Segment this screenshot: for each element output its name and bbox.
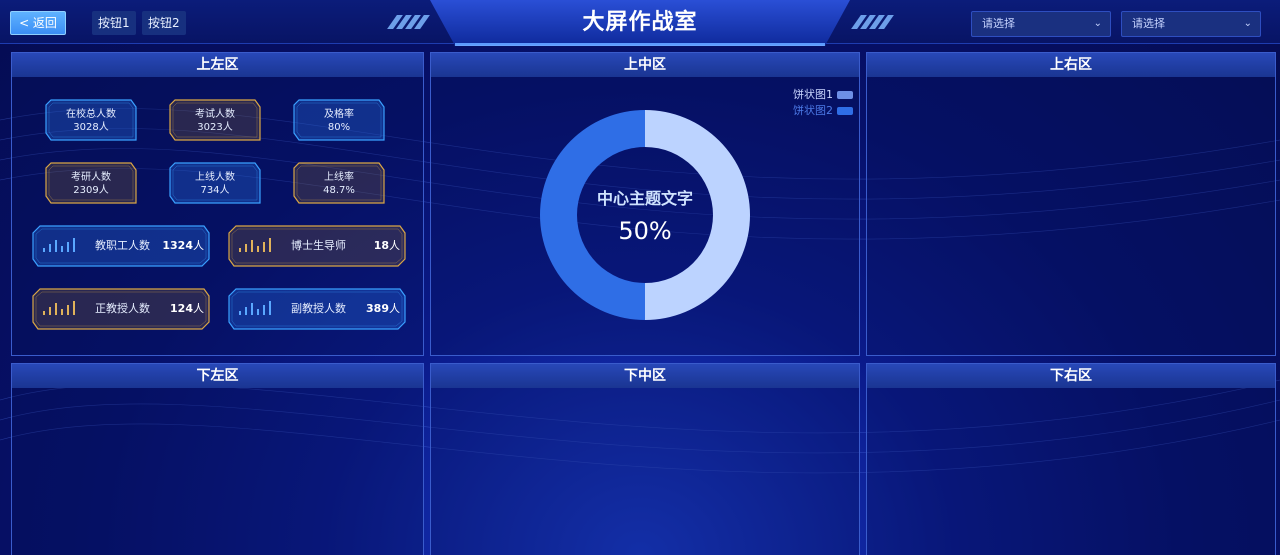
panel-title: 下左区 — [196, 368, 239, 384]
wide-stat-card: 正教授人数 124人 — [32, 288, 210, 330]
wide-stat-card: 博士生导师 18人 — [228, 225, 406, 267]
bar-chart-icon — [43, 301, 75, 315]
stat-card-label: 在校总人数 — [66, 109, 116, 120]
donut-slice-2[interactable] — [540, 110, 645, 320]
donut-slice-1[interactable] — [645, 110, 750, 320]
stat-card-value: 734人 — [200, 185, 230, 196]
stat-card-value: 2309人 — [73, 185, 109, 196]
stripe-decoration-right — [851, 15, 894, 29]
chevron-down-icon: ⌄ — [1243, 18, 1252, 29]
stat-card-value: 48.7% — [323, 185, 355, 196]
wide-stat-label: 正教授人数 — [95, 302, 150, 315]
wide-stat-value: 389人 — [366, 302, 400, 316]
wide-stat-value: 1324人 — [162, 239, 204, 253]
legend-item[interactable]: 饼状图2 — [793, 103, 855, 119]
panel-top-center: 上中区 饼状图1 饼状图2 中心主题文字 50% — [430, 52, 860, 356]
panel-title: 上中区 — [624, 57, 666, 73]
panel-title: 上左区 — [196, 57, 239, 73]
panel-bottom-right: 下右区 — [866, 363, 1276, 555]
wide-stat-unit: 人 — [193, 302, 204, 315]
legend-label: 饼状图2 — [793, 104, 833, 117]
button-1[interactable]: 按钮1 — [92, 11, 136, 35]
header: < 返回 按钮1 按钮2 大屏作战室 请选择 ⌄ 请选择 ⌄ — [0, 0, 1280, 46]
wide-stat-label: 副教授人数 — [291, 302, 346, 315]
page-title: 大屏作战室 — [582, 10, 698, 35]
wide-stat-card: 教职工人数 1324人 — [32, 225, 210, 267]
stat-card: 上线率 48.7% — [293, 162, 385, 204]
stat-card: 上线人数 734人 — [169, 162, 261, 204]
select-2[interactable]: 请选择 ⌄ — [1121, 11, 1261, 37]
bar-chart-icon — [239, 238, 271, 252]
stat-card: 在校总人数 3028人 — [45, 99, 137, 141]
panel-title: 下中区 — [624, 368, 666, 384]
panel-title: 上右区 — [1050, 57, 1092, 73]
stripe-decoration-left — [387, 15, 430, 29]
chart-legend: 饼状图1 饼状图2 — [793, 87, 855, 119]
wide-stat-label: 博士生导师 — [291, 239, 346, 252]
donut-center-text: 中心主题文字 — [596, 189, 693, 208]
stat-card-label: 上线率 — [324, 172, 354, 183]
stat-card-value: 3023人 — [197, 122, 233, 133]
bar-chart-icon — [43, 238, 75, 252]
legend-swatch — [837, 91, 853, 99]
wide-stat-value: 124人 — [170, 302, 204, 316]
panel-title: 下右区 — [1050, 368, 1092, 384]
legend-label: 饼状图1 — [793, 88, 833, 101]
donut-center-value: 50% — [618, 217, 672, 245]
wide-stat-number: 389 — [366, 302, 389, 315]
stat-card: 考试人数 3023人 — [169, 99, 261, 141]
wide-stat-value: 18人 — [374, 239, 400, 253]
chevron-down-icon: ⌄ — [1093, 18, 1102, 29]
wide-stat-unit: 人 — [389, 239, 400, 252]
panel-bottom-left: 下左区 — [11, 363, 424, 555]
stat-card-value: 80% — [327, 122, 351, 133]
button-2[interactable]: 按钮2 — [142, 11, 186, 35]
wide-stat-unit: 人 — [389, 302, 400, 315]
select-1-placeholder: 请选择 — [982, 17, 1015, 30]
wide-stat-number: 1324 — [162, 239, 193, 252]
wide-stat-unit: 人 — [193, 239, 204, 252]
legend-item[interactable]: 饼状图1 — [793, 87, 855, 103]
select-2-placeholder: 请选择 — [1132, 17, 1165, 30]
stat-card-label: 及格率 — [324, 109, 354, 120]
select-1[interactable]: 请选择 ⌄ — [971, 11, 1111, 37]
stat-card: 及格率 80% — [293, 99, 385, 141]
wide-stat-number: 18 — [373, 239, 389, 252]
panel-top-right: 上右区 — [866, 52, 1276, 356]
panel-bottom-center: 下中区 — [430, 363, 860, 555]
bar-chart-icon — [239, 301, 271, 315]
donut-svg — [540, 110, 750, 320]
wide-stat-number: 124 — [170, 302, 193, 315]
donut-chart: 中心主题文字 50% — [539, 109, 751, 321]
wide-stat-label: 教职工人数 — [95, 239, 150, 252]
legend-swatch — [837, 107, 853, 115]
stat-card: 考研人数 2309人 — [45, 162, 137, 204]
stat-card-label: 考研人数 — [71, 172, 111, 183]
stat-card-label: 考试人数 — [195, 109, 235, 120]
stat-card-label: 上线人数 — [195, 172, 235, 183]
wide-stat-card: 副教授人数 389人 — [228, 288, 406, 330]
panel-top-left: 上左区 在校总人数 3028人 考试人数 3023人 及格率 80% 考研人数 2309人 上线… — [11, 52, 424, 356]
stat-card-value: 3028人 — [73, 122, 109, 133]
back-button[interactable]: < 返回 — [10, 11, 66, 35]
